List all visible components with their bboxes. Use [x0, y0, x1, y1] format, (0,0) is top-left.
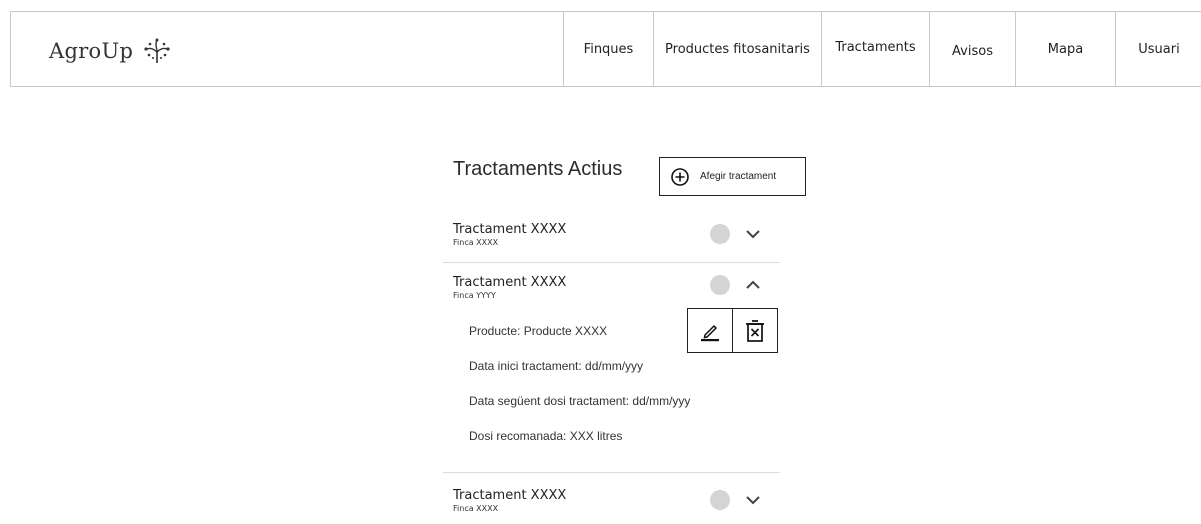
treatment-title: Tractament XXXX [453, 222, 567, 237]
nav-item-avisos[interactable]: Avisos [929, 12, 1015, 87]
treatment-product: Producte: Producte XXXX [469, 324, 608, 338]
treatment-farm: Finca YYYY [453, 291, 496, 300]
add-treatment-label: Afegir tractament [700, 171, 777, 182]
edit-icon [701, 324, 719, 341]
treatment-title: Tractament XXXX [453, 488, 567, 503]
divider [443, 262, 780, 263]
edit-button[interactable] [687, 308, 733, 353]
trash-icon [746, 319, 764, 342]
nav-item-usuari[interactable]: Usuari [1115, 12, 1201, 87]
status-indicator [710, 275, 730, 295]
nav-item-finques[interactable]: Finques [563, 12, 653, 87]
divider [443, 472, 780, 473]
status-indicator [710, 224, 730, 244]
add-treatment-button[interactable]: Afegir tractament [659, 157, 806, 196]
sprout-icon [144, 38, 170, 63]
treatment-recommended-dose: Dosi recomanada: XXX litres [469, 429, 623, 443]
chevron-down-icon[interactable] [745, 229, 761, 239]
page-title: Tractaments Actius [453, 158, 623, 180]
nav-item-mapa[interactable]: Mapa [1015, 12, 1115, 87]
treatment-farm: Finca XXXX [453, 504, 499, 513]
delete-button[interactable] [732, 308, 778, 353]
chevron-up-icon[interactable] [745, 280, 761, 290]
app-logo[interactable]: AgroUp [49, 36, 172, 66]
treatment-start-date: Data inici tractament: dd/mm/yyy [469, 359, 644, 373]
nav-item-productes-fitosanitaris[interactable]: Productes fitosanitaris [653, 12, 821, 87]
nav-item-tractaments[interactable]: Tractaments [821, 12, 929, 87]
add-circle-icon [671, 167, 689, 186]
logo-text: AgroUp [49, 39, 134, 63]
treatment-next-dose-date: Data següent dosi tractament: dd/mm/yyy [469, 394, 691, 408]
status-indicator [710, 490, 730, 510]
treatment-farm: Finca XXXX [453, 238, 499, 247]
top-navigation-bar: AgroUp Finques Productes fitosanitaris T… [10, 11, 1201, 87]
treatment-title: Tractament XXXX [453, 275, 567, 290]
chevron-down-icon[interactable] [745, 495, 761, 505]
